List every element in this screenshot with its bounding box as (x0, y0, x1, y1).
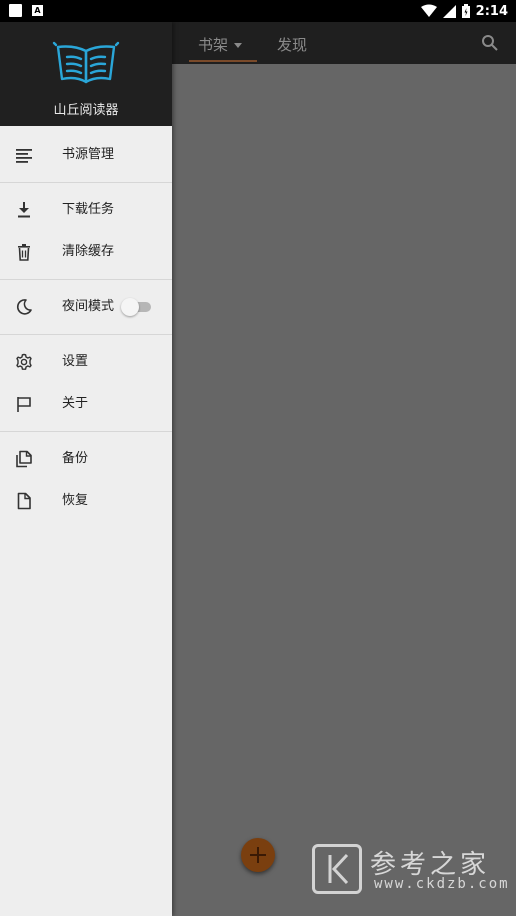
divider (0, 279, 172, 280)
status-bar: A 2:14 (0, 0, 516, 22)
tab-discover[interactable]: 发现 (277, 34, 307, 55)
menu-item-label: 备份 (62, 451, 89, 466)
trash-icon (18, 244, 30, 261)
menu-item-label: 书源管理 (62, 147, 115, 162)
plus-icon (250, 847, 266, 863)
signal-icon (442, 4, 456, 18)
bookshelf-content (172, 64, 516, 916)
menu-item-label: 下载任务 (62, 202, 115, 217)
menu-item-restore[interactable]: 恢复 (0, 481, 172, 521)
divider (0, 182, 172, 183)
menu-item-label: 关于 (62, 396, 89, 411)
file-icon (17, 492, 31, 510)
menu-item-label: 恢复 (62, 493, 89, 508)
menu-item-about[interactable]: 关于 (0, 384, 172, 424)
tab-indicator (189, 60, 257, 62)
navigation-drawer: 山丘阅读器 书源管理 下载任务 清除缓存 夜间模式 设置 关于 备份 恢复 (0, 22, 172, 916)
notification-icon (9, 4, 22, 17)
watermark-logo (312, 844, 362, 894)
wifi-icon (420, 4, 437, 17)
menu-item-settings[interactable]: 设置 (0, 342, 172, 382)
notification-a-icon: A (32, 5, 43, 16)
divider (0, 431, 172, 432)
copy-icon (16, 450, 32, 468)
app-name: 山丘阅读器 (53, 103, 119, 118)
menu-item-night-mode[interactable]: 夜间模式 (0, 287, 172, 327)
search-icon[interactable] (480, 33, 500, 53)
menu-item-clear-cache[interactable]: 清除缓存 (0, 232, 172, 272)
toggle-thumb (121, 298, 139, 316)
menu-item-label: 设置 (62, 354, 89, 369)
moon-icon (16, 299, 32, 315)
menu-item-backup[interactable]: 备份 (0, 439, 172, 479)
drawer-header: 山丘阅读器 (0, 22, 172, 126)
caret-down-icon (234, 43, 243, 48)
watermark: 参考之家 www.ckdzb.com (312, 844, 512, 896)
book-logo-icon (52, 41, 120, 84)
menu-item-label: 夜间模式 (62, 299, 115, 314)
main-toolbar: 书架 发现 (172, 22, 516, 64)
battery-icon (461, 4, 470, 18)
menu-item-label: 清除缓存 (62, 244, 115, 259)
menu-item-book-sources[interactable]: 书源管理 (0, 135, 172, 175)
menu-item-download-tasks[interactable]: 下载任务 (0, 190, 172, 230)
list-icon (16, 149, 32, 163)
divider (0, 334, 172, 335)
tab-bookshelf[interactable]: 书架 (198, 34, 243, 55)
night-mode-toggle[interactable] (121, 298, 151, 316)
download-icon (18, 202, 30, 218)
clock: 2:14 (475, 3, 508, 19)
add-button[interactable] (241, 838, 275, 872)
flag-icon (17, 397, 31, 412)
gear-icon (16, 353, 32, 370)
watermark-url: www.ckdzb.com (374, 876, 510, 892)
